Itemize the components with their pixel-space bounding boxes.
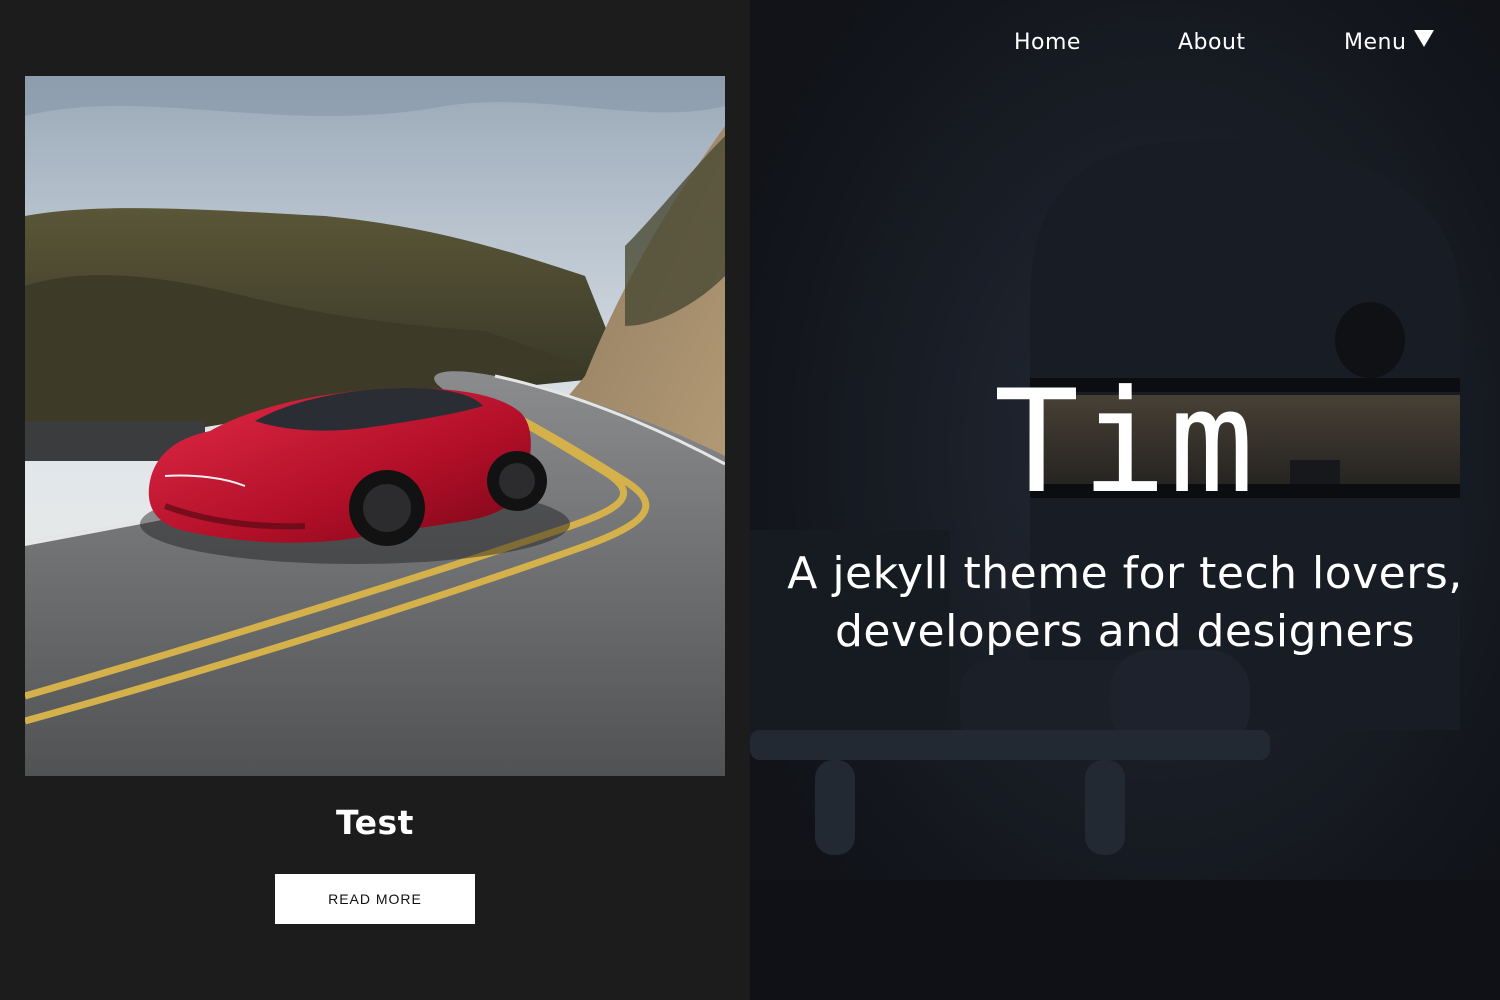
nav-about-link[interactable]: About bbox=[1178, 30, 1246, 55]
caret-down-icon bbox=[1414, 30, 1435, 47]
post-title[interactable]: Test bbox=[0, 803, 750, 842]
nav-menu-label: Menu bbox=[1344, 30, 1407, 55]
site-tagline-line-1: A jekyll theme for tech lovers, bbox=[787, 548, 1463, 599]
post-card: Test READ MORE bbox=[0, 0, 750, 1000]
post-thumbnail[interactable] bbox=[25, 76, 725, 776]
site-title: Tim bbox=[993, 360, 1257, 525]
hero-section: Home About Menu Tim A jekyll theme for t… bbox=[750, 0, 1500, 1000]
read-more-button[interactable]: READ MORE bbox=[275, 874, 475, 924]
nav-home-link[interactable]: Home bbox=[1014, 30, 1081, 55]
main-nav: Home About Menu bbox=[750, 30, 1500, 60]
car-photo bbox=[25, 76, 725, 776]
site-tagline-line-2: developers and designers bbox=[834, 606, 1416, 657]
site-tagline: A jekyll theme for tech lovers, develope… bbox=[750, 545, 1500, 661]
nav-menu-toggle[interactable]: Menu bbox=[1344, 30, 1435, 55]
